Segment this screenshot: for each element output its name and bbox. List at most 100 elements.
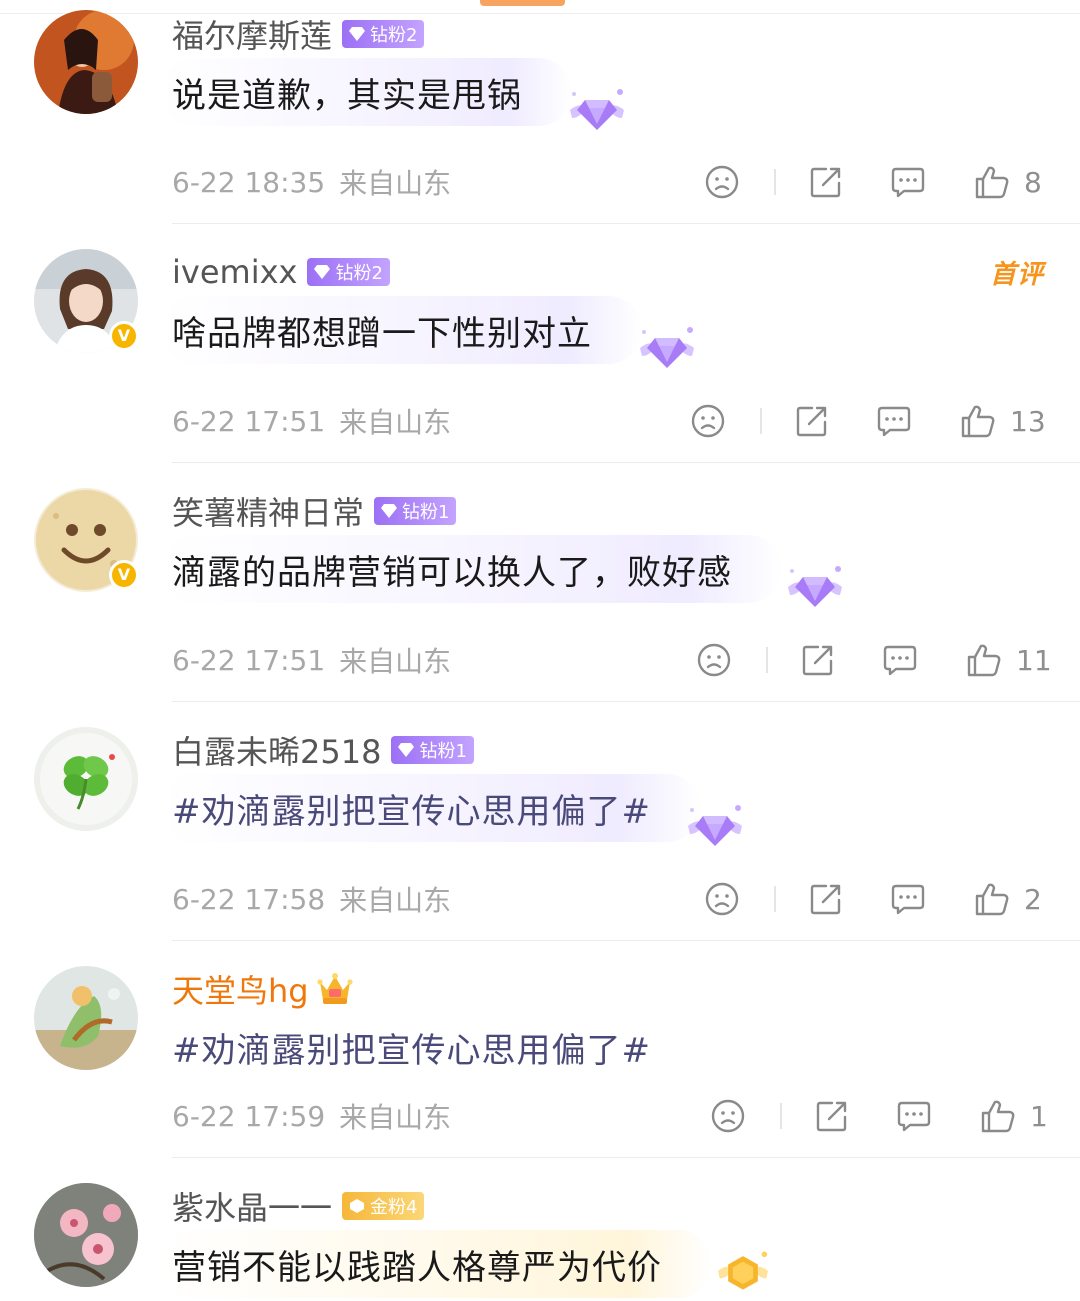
fan-badge-label: 钻粉2 bbox=[370, 25, 418, 46]
comment-bubble-icon[interactable] bbox=[890, 881, 926, 917]
username[interactable]: 福尔摩斯莲 bbox=[172, 11, 332, 57]
comment-text-bubble: #劝滴露别把宣传心思用偏了# bbox=[160, 1013, 701, 1081]
comment-text-bubble: 滴露的品牌营销可以换人了，败好感 bbox=[160, 535, 782, 603]
gold-fan-icon bbox=[350, 1199, 365, 1213]
thumbs-up-icon[interactable] bbox=[960, 403, 996, 439]
diamond-decoration-icon bbox=[570, 89, 624, 130]
share-icon[interactable] bbox=[800, 642, 836, 678]
fan-badge[interactable]: 钻粉2 bbox=[307, 258, 390, 286]
share-icon[interactable] bbox=[808, 881, 844, 917]
comment-divider bbox=[172, 940, 1080, 941]
diamond-decoration-icon bbox=[640, 327, 694, 368]
name-row: ivemixx 钻粉2 bbox=[172, 250, 390, 294]
name-row: 紫水晶一一 金粉4 bbox=[172, 1183, 425, 1229]
comment-text-bubble: 说是道歉，其实是甩锅 bbox=[160, 58, 572, 126]
diamond-decoration-icon bbox=[688, 805, 742, 846]
username[interactable]: 笑薯精神日常 bbox=[172, 488, 364, 534]
fan-badge-label: 钻粉1 bbox=[402, 502, 450, 523]
verified-v-icon: V bbox=[109, 321, 139, 351]
comment-meta: 6-22 17:58 来自山东 bbox=[172, 879, 451, 919]
comment-text-bubble: #劝滴露别把宣传心思用偏了# bbox=[160, 774, 701, 842]
username[interactable]: ivemixx bbox=[172, 253, 297, 291]
action-separator bbox=[774, 886, 776, 912]
top-divider bbox=[0, 13, 1080, 14]
avatar[interactable]: V bbox=[34, 488, 139, 592]
comment-bubble-icon[interactable] bbox=[876, 403, 912, 439]
comment-bubble-icon[interactable] bbox=[882, 642, 918, 678]
sad-face-icon[interactable] bbox=[710, 1098, 746, 1134]
sad-face-icon[interactable] bbox=[696, 642, 732, 678]
comment-bubble-icon[interactable] bbox=[896, 1098, 932, 1134]
diamond-icon bbox=[349, 27, 366, 41]
fan-badge-label: 钻粉2 bbox=[335, 263, 383, 284]
share-icon[interactable] bbox=[808, 164, 844, 200]
share-icon[interactable] bbox=[814, 1098, 850, 1134]
fan-badge[interactable]: 钻粉1 bbox=[374, 497, 457, 525]
username[interactable]: 紫水晶一一 bbox=[172, 1183, 332, 1229]
crown-icon[interactable] bbox=[317, 972, 353, 1006]
action-separator bbox=[766, 647, 768, 673]
thumbs-up-icon[interactable] bbox=[966, 642, 1002, 678]
action-separator bbox=[780, 1103, 782, 1129]
avatar[interactable] bbox=[34, 1183, 138, 1287]
comment-text-bubble: 营销不能以践踏人格尊严为代价 bbox=[160, 1230, 712, 1298]
fan-badge[interactable]: 钻粉1 bbox=[391, 736, 474, 764]
sad-face-icon[interactable] bbox=[690, 403, 726, 439]
comment-location: 来自山东 bbox=[339, 1101, 452, 1134]
name-row: 白露未晞2518 钻粉1 bbox=[172, 728, 474, 772]
comment-location: 来自山东 bbox=[339, 406, 452, 439]
avatar[interactable] bbox=[34, 727, 138, 831]
comment-text[interactable]: 啥品牌都想蹭一下性别对立 bbox=[172, 306, 592, 355]
verified-v-icon: V bbox=[109, 560, 139, 590]
comment-text[interactable]: 滴露的品牌营销可以换人了，败好感 bbox=[172, 545, 732, 594]
comment-meta: 6-22 18:35 来自山东 bbox=[172, 162, 451, 202]
first-comment-tag: 首评 bbox=[989, 260, 1044, 290]
avatar[interactable] bbox=[34, 10, 138, 114]
name-row: 福尔摩斯莲 钻粉2 bbox=[172, 11, 425, 57]
diamond-icon bbox=[381, 504, 398, 518]
action-bar: 8 bbox=[704, 162, 1042, 202]
share-icon[interactable] bbox=[794, 403, 830, 439]
action-separator bbox=[774, 169, 776, 195]
comment-time: 6-22 17:59 bbox=[172, 1099, 326, 1133]
comment-text-bubble: 啥品牌都想蹭一下性别对立 bbox=[160, 296, 642, 364]
comment-location: 来自山东 bbox=[339, 645, 452, 678]
sad-face-icon[interactable] bbox=[704, 164, 740, 200]
diamond-decoration-icon bbox=[788, 566, 842, 607]
gold-badge-decoration-icon bbox=[717, 1251, 769, 1290]
action-bar: 13 bbox=[690, 401, 1046, 441]
avatar[interactable] bbox=[34, 966, 138, 1070]
like-count: 1 bbox=[1030, 1099, 1048, 1133]
fan-badge[interactable]: 钻粉2 bbox=[342, 20, 425, 48]
comment-meta: 6-22 17:51 来自山东 bbox=[172, 640, 451, 680]
username[interactable]: 天堂鸟hg bbox=[172, 966, 309, 1012]
comment-text[interactable]: 说是道歉，其实是甩锅 bbox=[172, 68, 522, 117]
fan-badge-label: 钻粉1 bbox=[419, 741, 467, 762]
avatar[interactable]: V bbox=[34, 249, 139, 353]
comment-topic-link[interactable]: #劝滴露别把宣传心思用偏了# bbox=[172, 784, 651, 833]
scroll-indicator bbox=[480, 0, 565, 6]
comment-text[interactable]: 营销不能以践踏人格尊严为代价 bbox=[172, 1240, 662, 1289]
sad-face-icon[interactable] bbox=[704, 881, 740, 917]
diamond-icon bbox=[398, 743, 415, 757]
comment-bubble-icon[interactable] bbox=[890, 164, 926, 200]
comment-meta: 6-22 17:51 来自山东 bbox=[172, 401, 451, 441]
username[interactable]: 白露未晞2518 bbox=[172, 727, 381, 773]
like-count: 13 bbox=[1010, 404, 1046, 438]
comment-location: 来自山东 bbox=[339, 167, 452, 200]
action-bar: 1 bbox=[710, 1096, 1048, 1136]
like-count: 11 bbox=[1016, 643, 1052, 677]
fan-badge[interactable]: 金粉4 bbox=[342, 1192, 425, 1220]
comment-topic-link[interactable]: #劝滴露别把宣传心思用偏了# bbox=[172, 1023, 651, 1072]
comment-divider bbox=[172, 223, 1080, 224]
thumbs-up-icon[interactable] bbox=[974, 164, 1010, 200]
comment-divider bbox=[172, 1157, 1080, 1158]
comment-divider bbox=[172, 462, 1080, 463]
name-row: 笑薯精神日常 钻粉1 bbox=[172, 488, 457, 534]
action-separator bbox=[760, 408, 762, 434]
comment-divider bbox=[172, 701, 1080, 702]
comment-time: 6-22 17:51 bbox=[172, 404, 326, 438]
thumbs-up-icon[interactable] bbox=[974, 881, 1010, 917]
thumbs-up-icon[interactable] bbox=[980, 1098, 1016, 1134]
comment-location: 来自山东 bbox=[339, 884, 452, 917]
